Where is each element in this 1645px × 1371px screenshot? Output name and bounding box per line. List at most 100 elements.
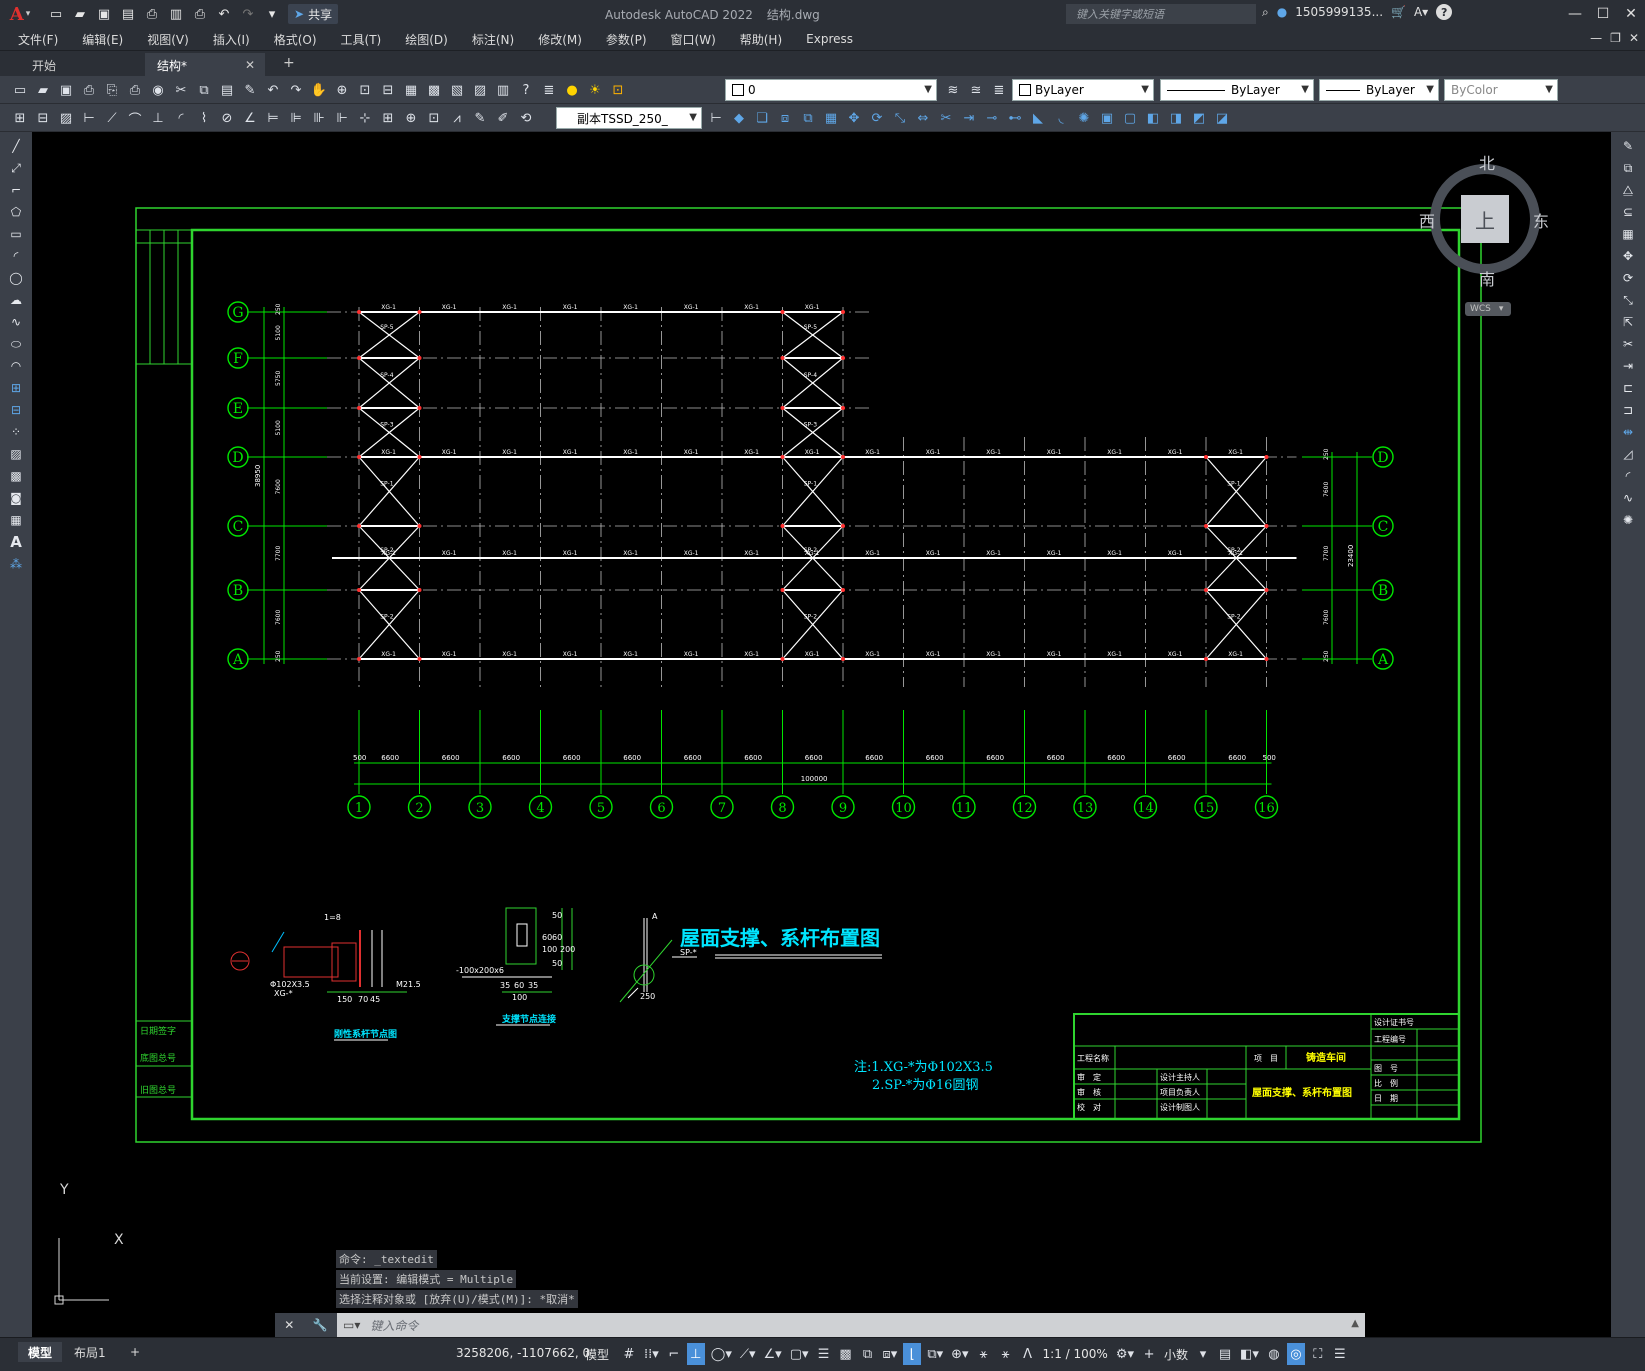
inspection-icon[interactable]: ⊡ (424, 108, 444, 128)
mirror-icon[interactable]: ⧋ (1617, 180, 1639, 200)
compass-north[interactable]: 北 (1479, 150, 1495, 174)
dim-edit-icon[interactable]: ✎ (470, 108, 490, 128)
plot-icon[interactable]: ⎙ (190, 4, 210, 24)
close-command-icon[interactable]: ✕ (284, 1318, 294, 1332)
redo-icon[interactable]: ↷ (238, 4, 258, 24)
customize-command-icon[interactable]: 🔧 (313, 1318, 328, 1332)
paste-icon[interactable]: ▤ (217, 80, 237, 100)
menu-format[interactable]: 格式(O) (274, 31, 317, 48)
continue-dim-icon[interactable]: ⊪ (309, 108, 329, 128)
make-block-icon[interactable]: ⊟ (33, 108, 53, 128)
qnew-icon[interactable]: ▭ (10, 80, 30, 100)
doc-close-icon[interactable]: ✕ (1629, 31, 1639, 45)
explode-icon[interactable]: ✺ (1074, 108, 1094, 128)
publish-icon[interactable]: ▥ (166, 4, 186, 24)
fillet-icon[interactable]: ◟ (1051, 108, 1071, 128)
help-icon[interactable]: ? (1436, 4, 1453, 20)
menu-file[interactable]: 文件(F) (18, 31, 58, 48)
redo-icon[interactable]: ↷ (286, 80, 306, 100)
insert-block-icon[interactable]: ⊞ (10, 108, 30, 128)
calculator-icon[interactable]: ▥ (493, 80, 513, 100)
maximize-icon[interactable]: ☐ (1589, 0, 1617, 28)
annotation-scale-icon[interactable]: Λ (1019, 1343, 1037, 1365)
undo-icon[interactable]: ↶ (214, 4, 234, 24)
layer-previous-icon[interactable]: ≊ (966, 80, 986, 100)
help-icon[interactable]: ? (516, 80, 536, 100)
menu-insert[interactable]: 插入(I) (213, 31, 250, 48)
isodraft-icon[interactable]: ∠▾ (762, 1343, 784, 1365)
zoom-realtime-icon[interactable]: ⊕ (332, 80, 352, 100)
fillet-icon[interactable]: ◜ (1617, 466, 1639, 486)
scale-icon[interactable]: ⤡ (890, 108, 910, 128)
plot-preview-icon[interactable]: ⎘ (102, 80, 122, 100)
app-menu-button[interactable]: A ▾ (0, 0, 40, 28)
wcs-menu-button[interactable]: WCS ▾ (1465, 302, 1511, 316)
baseline-dim-icon[interactable]: ⊫ (286, 108, 306, 128)
color-dropdown[interactable]: ByLayer ▼ (1012, 79, 1154, 101)
pan-icon[interactable]: ✋ (309, 80, 329, 100)
make-current-layer-icon[interactable]: ≋ (943, 80, 963, 100)
layer-dropdown[interactable]: 0 ▼ (725, 79, 937, 101)
dynamic-input-icon[interactable]: ⊥ (686, 1343, 705, 1365)
autodesk-app-icon[interactable]: A▾ (1414, 5, 1428, 19)
point-icon[interactable]: ⁘ (5, 422, 27, 442)
dimstyle-dropdown[interactable]: 副本TSSD_250_ ▼ (556, 107, 702, 129)
layer-state-icon[interactable]: ≣ (989, 80, 1009, 100)
menu-help[interactable]: 帮助(H) (740, 31, 782, 48)
infer-constraints-icon[interactable]: ⌐ (665, 1343, 683, 1365)
construction-line-icon[interactable]: ⤢ (5, 158, 27, 178)
new-file-icon[interactable]: ▭ (46, 4, 66, 24)
chamfer-icon[interactable]: ◣ (1028, 108, 1048, 128)
model-space-toggle[interactable]: 模型 (585, 1346, 609, 1363)
copy-icon[interactable]: ⧉ (1617, 158, 1639, 178)
transparency-icon[interactable]: ▩ (837, 1343, 855, 1365)
array-icon[interactable]: ▦ (821, 108, 841, 128)
extend-icon[interactable]: ⇥ (1617, 356, 1639, 376)
linear-dim-icon[interactable]: ⊢ (79, 108, 99, 128)
stretch-icon[interactable]: ⇔ (913, 108, 933, 128)
menu-tools[interactable]: 工具(T) (341, 31, 382, 48)
move-icon[interactable]: ✥ (1617, 246, 1639, 266)
light-bulb-icon[interactable]: ● (562, 80, 582, 100)
new-tab-icon[interactable]: + (283, 55, 295, 71)
trim-icon[interactable]: ✂ (936, 108, 956, 128)
search-icon[interactable]: ⌕ (1262, 5, 1269, 20)
menu-edit[interactable]: 编辑(E) (82, 31, 123, 48)
graphics-perf-icon[interactable]: ◎ (1286, 1343, 1305, 1365)
attribute-icon[interactable]: ◨ (1166, 108, 1186, 128)
rectangle-icon[interactable]: ▭ (5, 224, 27, 244)
menu-express[interactable]: Express (806, 32, 853, 46)
plot-icon[interactable]: ⎙ (79, 80, 99, 100)
zoom-window-icon[interactable]: ⊡ (355, 80, 375, 100)
export-icon[interactable]: ⎙ (142, 4, 162, 24)
jogged-dim-icon[interactable]: ⌇ (194, 108, 214, 128)
lineweight-dropdown[interactable]: ByLayer ▼ (1319, 79, 1439, 101)
layer-properties-icon[interactable]: ≣ (539, 80, 559, 100)
arc-icon[interactable]: ◜ (5, 246, 27, 266)
doc-minimize-icon[interactable]: — (1590, 31, 1602, 45)
plotstyle-dropdown[interactable]: ByColor ▼ (1444, 79, 1558, 101)
copy-icon[interactable]: ⧉ (194, 80, 214, 100)
lineweight-icon[interactable]: ☰ (815, 1343, 833, 1365)
search-input[interactable]: 键入关键字或短语 (1066, 4, 1256, 24)
rotate-icon[interactable]: ⟳ (1617, 268, 1639, 288)
publish-icon[interactable]: ◉ (148, 80, 168, 100)
join-icon[interactable]: ⊷ (1005, 108, 1025, 128)
mtext-icon[interactable]: A (5, 532, 27, 552)
spline-icon[interactable]: ∿ (5, 312, 27, 332)
grid-icon[interactable]: # (620, 1343, 638, 1365)
table-icon[interactable]: ▦ (5, 510, 27, 530)
tab-model[interactable]: 模型 (18, 1342, 63, 1362)
add-selected-icon[interactable]: ⁂ (5, 554, 27, 574)
chamfer-icon[interactable]: ◿ (1617, 444, 1639, 464)
insert-block-icon[interactable]: ⊞ (5, 378, 27, 398)
command-history-icon[interactable]: ▭▾ (337, 1318, 360, 1332)
sheet-set-icon[interactable]: ▨ (470, 80, 490, 100)
save-icon[interactable]: ▣ (56, 80, 76, 100)
properties-panel-icon[interactable]: ▤ (1216, 1343, 1234, 1365)
selection-cycling-icon[interactable]: ⧉ (859, 1343, 877, 1365)
annotation-monitor-icon[interactable]: + (1140, 1343, 1158, 1365)
snap-icon[interactable]: ⁞⁞▾ (642, 1343, 661, 1365)
break-icon[interactable]: ⊸ (982, 108, 1002, 128)
hatch-icon[interactable]: ▨ (5, 444, 27, 464)
